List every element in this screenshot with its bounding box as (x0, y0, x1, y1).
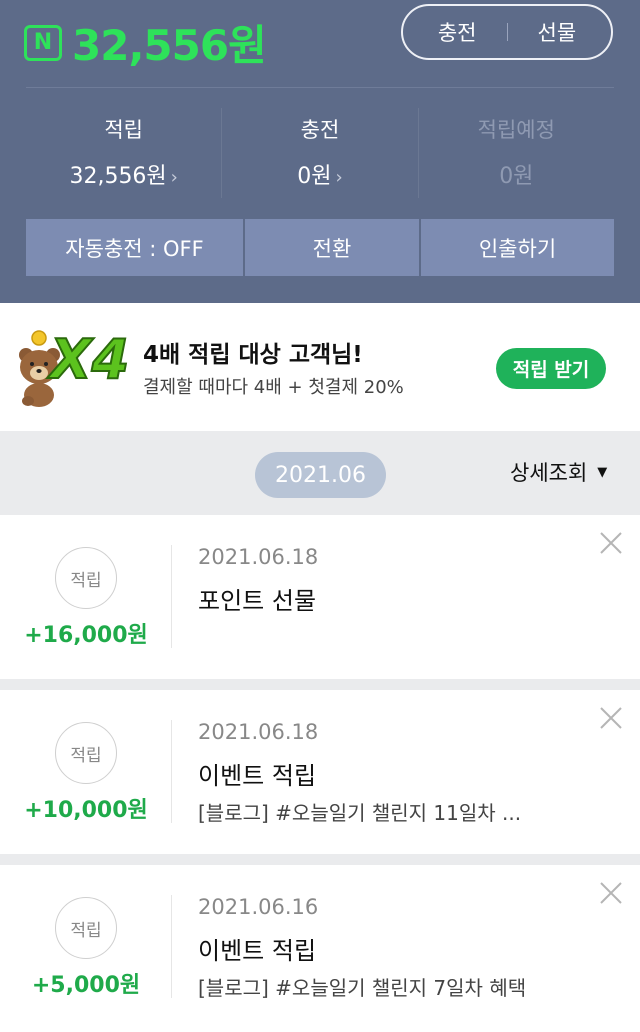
charge-gift-pill: 충전 선물 (401, 4, 613, 60)
stat-amount: 0원 (297, 164, 332, 189)
x4-badge: X4 (49, 328, 130, 391)
history-title: 포인트 선물 (198, 587, 317, 615)
type-badge: 적립 (55, 547, 117, 609)
history-date: 2021.06.16 (198, 895, 319, 919)
banner-title: 4배 적립 대상 고객님! (143, 342, 363, 368)
points-header: N 32,556원 충전 선물 적립 32,556원 › 충전 0원 › 적립예정 … (0, 0, 640, 303)
banner-subtitle: 결제할 때마다 4배 + 첫결제 20% (143, 377, 404, 398)
stat-value: 0원 (419, 158, 614, 190)
history-date: 2021.06.18 (198, 545, 319, 569)
type-badge: 적립 (55, 722, 117, 784)
row-separator (0, 854, 640, 865)
history-amount: +16,000원 (24, 623, 148, 648)
stat-pending: 적립예정 0원 (417, 108, 614, 198)
stat-value: 0원 › (222, 158, 417, 190)
promo-banner[interactable]: X4 4배 적립 대상 고객님! 결제할 때마다 4배 + 첫결제 20% 적립… (0, 303, 640, 431)
month-selector[interactable]: 2021.06 (255, 452, 386, 498)
auto-charge-button[interactable]: 자동충전 : OFF (26, 219, 243, 276)
close-icon[interactable] (598, 530, 624, 556)
history-desc: [블로그] #오늘일기 챌린지 11일차 ... (198, 801, 522, 825)
stat-amount: 32,556원 (69, 164, 167, 189)
receive-points-button[interactable]: 적립 받기 (496, 348, 606, 389)
item-divider (171, 895, 172, 998)
history-title: 이벤트 적립 (198, 762, 317, 790)
history-item[interactable]: 적립 +10,000원 2021.06.18 이벤트 적립 [블로그] #오늘일… (0, 690, 640, 854)
caret-down-icon: ▼ (597, 464, 608, 480)
withdraw-button[interactable]: 인출하기 (421, 219, 614, 276)
stat-label: 적립 (104, 118, 143, 142)
stat-earned[interactable]: 적립 32,556원 › (26, 108, 221, 198)
history-item[interactable]: 적립 +5,000원 2021.06.16 이벤트 적립 [블로그] #오늘일기… (0, 865, 640, 1029)
chevron-right-icon: › (335, 167, 343, 188)
history-item[interactable]: 적립 +16,000원 2021.06.18 포인트 선물 (0, 515, 640, 679)
stat-amount: 0원 (499, 164, 534, 189)
stat-label: 충전 (300, 118, 340, 142)
month-filter-bar: 2021.06 상세조회 ▼ (0, 431, 640, 515)
item-divider (171, 720, 172, 823)
history-amount: +5,000원 (31, 973, 141, 998)
detail-label: 상세조회 (510, 461, 588, 485)
row-separator (0, 679, 640, 690)
history-amount: +10,000원 (24, 798, 148, 823)
stat-value: 32,556원 › (26, 158, 221, 190)
charge-button[interactable]: 충전 (408, 17, 507, 47)
history-title: 이벤트 적립 (198, 937, 317, 965)
balance-amount: 32,556원 (72, 21, 267, 70)
naver-pay-n-icon: N (24, 24, 62, 61)
stat-charged[interactable]: 충전 0원 › (221, 108, 417, 198)
stat-label: 적립예정 (477, 118, 555, 142)
item-divider (171, 545, 172, 648)
history-desc: [블로그] #오늘일기 챌린지 7일차 혜택 (198, 976, 527, 1000)
balance-display: N 32,556원 (24, 12, 267, 73)
detail-view-dropdown[interactable]: 상세조회 ▼ (510, 457, 607, 487)
convert-button[interactable]: 전환 (245, 219, 419, 276)
stats-row: 적립 32,556원 › 충전 0원 › 적립예정 0원 (26, 108, 614, 198)
close-icon[interactable] (598, 705, 624, 731)
close-icon[interactable] (598, 880, 624, 906)
action-buttons: 자동충전 : OFF 전환 인출하기 (26, 219, 614, 276)
header-divider (26, 87, 614, 88)
type-badge: 적립 (55, 897, 117, 959)
chevron-right-icon: › (170, 167, 178, 188)
gift-button[interactable]: 선물 (508, 17, 607, 47)
history-date: 2021.06.18 (198, 720, 319, 744)
